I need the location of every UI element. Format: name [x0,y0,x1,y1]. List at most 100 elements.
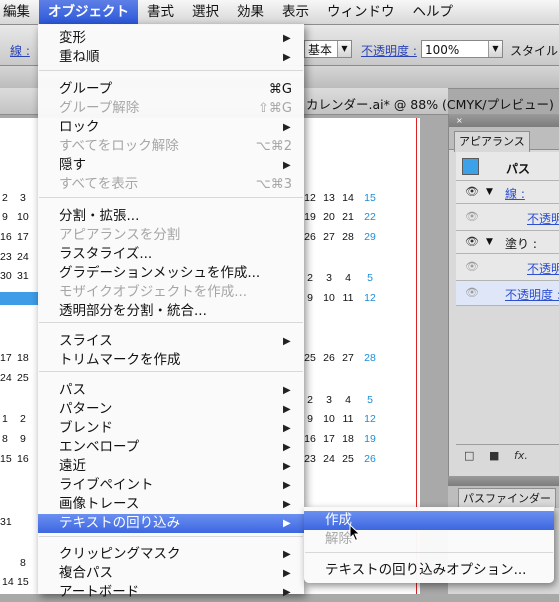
panel-header[interactable]: × [449,114,559,127]
object-menu-item[interactable]: 変形 ▶ [38,29,304,48]
calendar-day: 8 [2,433,8,445]
tab-appearance[interactable]: アピアランス [454,131,530,152]
menu-view[interactable]: 表示 [273,0,318,24]
eye-icon[interactable]: 👁 [465,286,479,299]
document-title: カレンダー.ai* @ 88% (CMYK/プレビュー) [306,97,554,112]
object-menu-item[interactable]: モザイクオブジェクトを作成... [38,283,304,302]
calendar-day: 9 [307,292,313,304]
menu-window[interactable]: ウィンドウ [318,0,404,24]
menu-item-label: 隠す [59,157,86,173]
opacity-field[interactable]: 100% ▼ [421,40,503,58]
submenu-arrow-icon: ▶ [283,461,291,472]
calendar-day: 19 [364,433,376,445]
menu-item-label: すべてを表示 [59,176,139,192]
object-menu-item[interactable]: アートボード ▶ [38,583,304,602]
graphic-style-label: スタイル [510,44,559,58]
object-menu-item[interactable]: トリムマークを作成 [38,351,304,370]
chevron-down-icon: ▼ [488,41,502,57]
menu-object[interactable]: オブジェクト [39,0,138,24]
eye-icon[interactable]: 👁 [465,185,479,198]
object-menu-item[interactable]: 重ね順 ▶ [38,48,304,67]
object-menu-item[interactable]: ライブペイント ▶ [38,476,304,495]
object-menu-item[interactable]: パス ▶ [38,381,304,400]
object-menu-item[interactable]: 複合パス ▶ [38,564,304,583]
menu-item-shortcut: ⌥⌘3 [255,177,292,192]
menu-type[interactable]: 書式 [138,0,183,24]
menu-item-shortcut: ⌥⌘2 [255,139,292,154]
menu-help[interactable]: ヘルプ [404,0,463,24]
object-menu-item[interactable]: 透明部分を分割・統合... [38,302,304,321]
chevron-down-icon: ▼ [337,41,351,57]
disclosure-triangle-icon[interactable]: ▼ [486,187,493,197]
tab-pathfinder[interactable]: パスファインダー [458,488,556,509]
object-menu-item[interactable]: テキストの回り込み ▶ [38,514,304,533]
new-stroke-icon[interactable]: □ [464,449,474,462]
menu-item-label: 作成 [325,512,352,528]
text-wrap-menu-item[interactable]: 解除 [304,530,554,549]
text-wrap-menu-item[interactable]: 作成 [304,511,554,530]
menu-select[interactable]: 選択 [183,0,228,24]
eye-icon[interactable]: 👁 [465,235,479,248]
menu-item-label: 透明部分を分割・統合... [59,303,207,319]
stroke-opacity-label[interactable]: 不透明 [527,210,559,227]
menu-edit[interactable]: 編集 [0,0,39,24]
object-menu-item[interactable]: アピアランスを分割 [38,226,304,245]
fill-row-label[interactable]: 塗り : [505,235,537,252]
object-menu-item[interactable]: エンベロープ ▶ [38,438,304,457]
object-menu-item[interactable]: スライス ▶ [38,332,304,351]
object-menu-item[interactable]: すべてを表示 ⌥⌘3 [38,175,304,194]
menu-effect[interactable]: 効果 [228,0,273,24]
menu-separator [305,552,553,553]
object-menu-item[interactable]: グループ解除 ⇧⌘G [38,99,304,118]
submenu-arrow-icon: ▶ [283,442,291,453]
calendar-day: 2 [307,394,313,406]
object-menu-item[interactable]: クリッピングマスク ▶ [38,545,304,564]
object-menu-item[interactable]: ロック ▶ [38,118,304,137]
text-wrap-menu-item[interactable]: テキストの回り込みオプション... [304,561,554,580]
menu-item-label: パターン [59,401,113,417]
calendar-day: 2 [2,192,8,204]
menu-item-label: すべてをロック解除 [59,138,179,154]
eye-icon[interactable]: 👁 [465,260,479,273]
object-menu-item[interactable]: 分割・拡張... [38,207,304,226]
object-menu-item[interactable]: 遠近 ▶ [38,457,304,476]
object-menu-item[interactable]: グループ ⌘G [38,80,304,99]
calendar-day: 25 [304,352,316,364]
calendar-day: 30 [0,270,12,282]
calendar-day: 26 [323,352,335,364]
object-menu-item[interactable]: ブレンド ▶ [38,419,304,438]
disclosure-triangle-icon[interactable]: ▼ [486,237,493,247]
calendar-day: 12 [304,192,316,204]
object-menu-item[interactable]: パターン ▶ [38,400,304,419]
calendar-day: 9 [307,413,313,425]
stroke-label[interactable]: 線 : [10,42,30,59]
calendar-day: 24 [323,453,335,465]
calendar-day: 17 [0,352,12,364]
submenu-arrow-icon: ▶ [283,385,291,396]
object-menu-item[interactable]: グラデーションメッシュを作成... [38,264,304,283]
object-menu-item[interactable]: 隠す ▶ [38,156,304,175]
close-icon[interactable]: × [456,117,463,125]
calendar-day: 16 [304,433,316,445]
calendar-day: 12 [364,413,376,425]
new-fill-icon[interactable]: ■ [489,449,499,462]
stroke-row-label[interactable]: 線 : [505,185,525,202]
fx-icon[interactable]: fx. [514,449,528,462]
menu-item-label: モザイクオブジェクトを作成... [59,284,248,300]
fill-opacity-label[interactable]: 不透明 [527,260,559,277]
pathfinder-panel-header[interactable] [448,476,559,486]
selected-path[interactable] [0,292,40,305]
style-dropdown[interactable]: 基本 ▼ [304,40,352,58]
object-menu-item[interactable]: すべてをロック解除 ⌥⌘2 [38,137,304,156]
object-menu-item[interactable]: ラスタライズ... [38,245,304,264]
object-menu-item[interactable]: 画像トレース ▶ [38,495,304,514]
submenu-arrow-icon: ▶ [283,587,291,598]
eye-icon[interactable]: 👁 [465,210,479,223]
calendar-day: 21 [342,211,354,223]
calendar-day: 23 [0,251,12,263]
calendar-day: 18 [342,433,354,445]
opacity-label[interactable]: 不透明度 : [361,42,417,59]
calendar-day: 10 [17,211,29,223]
calendar-day: 2 [20,413,26,425]
object-opacity-label[interactable]: 不透明度 : [505,286,559,303]
